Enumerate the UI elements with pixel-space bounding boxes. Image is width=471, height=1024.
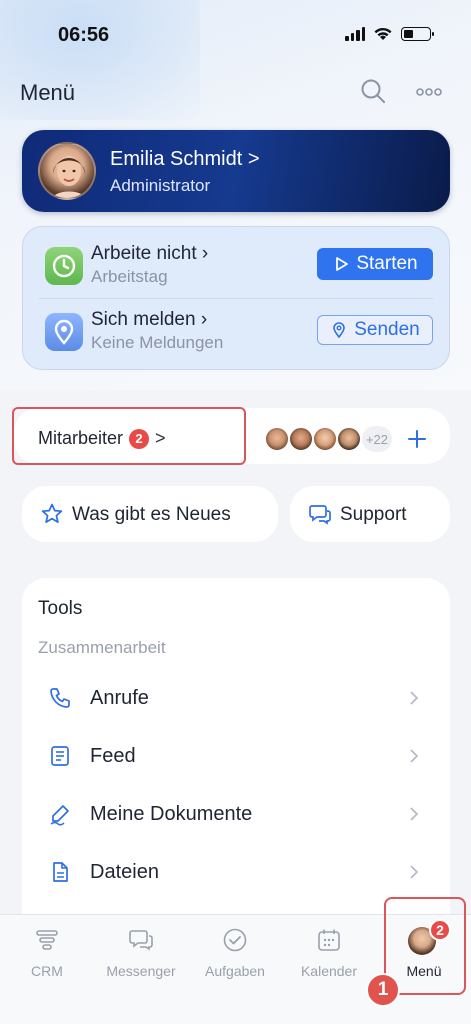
chevron-right-icon — [410, 865, 419, 879]
tool-item-anrufe[interactable]: Anrufe — [22, 678, 450, 718]
tools-title: Tools — [38, 598, 83, 619]
tools-card: Tools Zusammenarbeit Anrufe Feed Meine D… — [22, 578, 450, 938]
tool-item-meine-dokumente[interactable]: Meine Dokumente — [22, 794, 450, 834]
send-button[interactable]: Senden — [317, 315, 433, 345]
status-bar: 06:56 — [0, 24, 471, 54]
more-icon[interactable] — [415, 82, 443, 102]
signature-icon — [50, 805, 69, 826]
employee-avatar — [312, 426, 338, 452]
tab-kalender[interactable]: Kalender — [282, 915, 376, 995]
profile-card[interactable]: Emilia Schmidt > Administrator — [22, 130, 450, 212]
location-pin-icon — [333, 322, 346, 339]
work-status-card: Arbeite nicht › Arbeitstag Starten Sich … — [22, 226, 450, 370]
employee-avatar — [264, 426, 290, 452]
wifi-icon — [374, 27, 392, 40]
battery-icon — [401, 26, 434, 41]
chevron-right-icon — [410, 807, 419, 821]
tools-section-label: Zusammenarbeit — [38, 638, 166, 657]
clock-icon — [45, 247, 83, 285]
work-status-title[interactable]: Arbeite nicht › — [91, 243, 208, 265]
tab-crm[interactable]: CRM — [0, 915, 94, 995]
news-button[interactable]: Was gibt es Neues — [22, 486, 278, 542]
news-label: Was gibt es Neues — [72, 504, 231, 525]
profile-name: Emilia Schmidt > — [110, 148, 260, 170]
report-title[interactable]: Sich melden › — [91, 309, 207, 331]
employee-avatar — [336, 426, 362, 452]
tool-item-feed[interactable]: Feed — [22, 736, 450, 776]
chevron-right-icon — [410, 749, 419, 763]
support-button[interactable]: Support — [290, 486, 450, 542]
profile-role: Administrator — [110, 176, 211, 195]
star-icon — [41, 503, 63, 523]
divider — [39, 298, 433, 299]
tab-messenger[interactable]: Messenger — [94, 915, 188, 995]
chat-icon — [309, 505, 331, 525]
signal-icon — [345, 26, 365, 41]
chevron-right-icon: › — [200, 309, 208, 330]
chevron-right-icon: > — [247, 148, 260, 170]
employees-highlight — [12, 407, 246, 465]
chevron-right-icon — [410, 691, 419, 705]
start-button[interactable]: Starten — [317, 248, 433, 280]
page-header: Menü — [0, 78, 471, 108]
page-title: Menü — [20, 80, 76, 105]
work-status-sub: Arbeitstag — [91, 267, 168, 286]
search-icon[interactable] — [360, 78, 386, 104]
chevron-right-icon: › — [201, 243, 209, 264]
report-sub: Keine Meldungen — [91, 333, 224, 352]
tool-item-dateien[interactable]: Dateien — [22, 852, 450, 892]
support-label: Support — [340, 504, 407, 525]
play-icon — [336, 257, 349, 271]
tab-aufgaben[interactable]: Aufgaben — [188, 915, 282, 995]
file-icon — [53, 862, 68, 882]
status-time: 06:56 — [58, 24, 110, 46]
tasks-icon — [223, 928, 247, 952]
employees-more-count[interactable]: +22 — [362, 426, 392, 452]
feed-icon — [51, 746, 69, 766]
step-number-badge: 1 — [366, 973, 400, 1007]
messenger-icon — [129, 930, 153, 951]
location-icon — [45, 313, 83, 351]
avatar — [38, 142, 96, 200]
plus-icon[interactable] — [406, 428, 428, 450]
calendar-icon — [318, 929, 340, 951]
phone-icon — [50, 688, 70, 708]
employee-avatar — [288, 426, 314, 452]
crm-icon — [36, 930, 58, 950]
status-icons — [345, 26, 434, 41]
